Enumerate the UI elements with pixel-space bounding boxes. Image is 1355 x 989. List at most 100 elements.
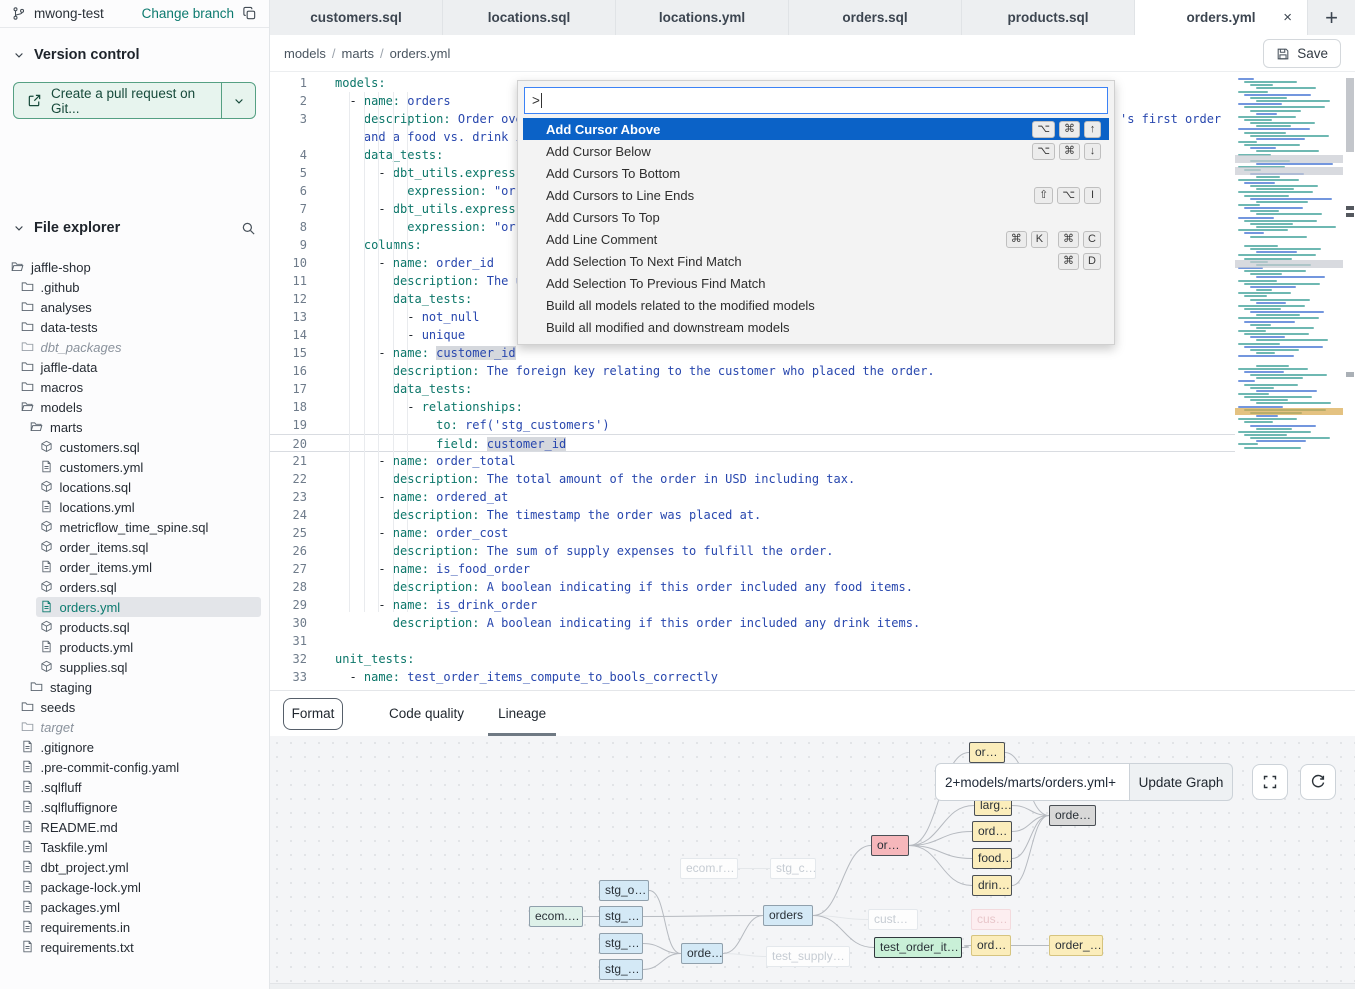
lineage-node-or_red[interactable]: or… <box>871 835 909 856</box>
version-control-header[interactable]: Version control <box>0 44 269 66</box>
copy-icon[interactable] <box>242 6 257 21</box>
lineage-node-stg_b[interactable]: stg_… <box>599 933 643 954</box>
file-tree-item-jaffle-shop[interactable]: jaffle-shop <box>0 257 269 277</box>
lineage-node-cust_f[interactable]: cust… <box>868 909 918 930</box>
palette-item-add-cursor-above[interactable]: Add Cursor Above⌥⌘↑ <box>523 118 1109 140</box>
lineage-node-stg_c_f[interactable]: stg_c… <box>770 858 816 879</box>
file-tree-item-requirements-in[interactable]: requirements.in <box>0 917 269 937</box>
horizontal-scrollbar[interactable] <box>270 983 1355 989</box>
code-line-current[interactable]: 20 field: customer_id <box>270 434 1235 452</box>
file-tree-item-locations-sql[interactable]: locations.sql <box>0 477 269 497</box>
code-line[interactable]: 17 data_tests: <box>270 380 1235 398</box>
file-tree-item-jaffle-data[interactable]: jaffle-data <box>0 357 269 377</box>
code-line[interactable]: 15 - name: customer_id <box>270 344 1235 362</box>
breadcrumb-file[interactable]: orders.yml <box>390 46 451 61</box>
format-button[interactable]: Format <box>283 698 343 730</box>
file-tree-item--sqlfluff[interactable]: .sqlfluff <box>0 777 269 797</box>
file-tree-item-orders-yml[interactable]: orders.yml <box>36 597 262 617</box>
command-palette-input[interactable]: > <box>524 87 1108 114</box>
code-line[interactable]: 29 - name: is_drink_order <box>270 596 1235 614</box>
lineage-node-ord_a[interactable]: ord… <box>972 821 1012 842</box>
file-tree-item-seeds[interactable]: seeds <box>0 697 269 717</box>
code-line[interactable]: 30 description: A boolean indicating if … <box>270 614 1235 632</box>
code-line[interactable]: 28 description: A boolean indicating if … <box>270 578 1235 596</box>
lineage-node-stg_a[interactable]: stg_… <box>599 906 643 927</box>
refresh-button[interactable] <box>1300 764 1336 800</box>
new-tab-button[interactable]: + <box>1308 0 1355 35</box>
file-tree-item--gitignore[interactable]: .gitignore <box>0 737 269 757</box>
lineage-node-order_[interactable]: order_… <box>1049 935 1103 956</box>
editor-tab-orders-yml[interactable]: orders.yml× <box>1135 0 1308 35</box>
file-tree-item-locations-yml[interactable]: locations.yml <box>0 497 269 517</box>
code-line[interactable]: 32unit_tests: <box>270 650 1235 668</box>
palette-item-add-cursor-below[interactable]: Add Cursor Below⌥⌘↓ <box>523 140 1109 162</box>
lineage-node-ecom[interactable]: ecom.… <box>529 906 583 927</box>
update-graph-button[interactable]: Update Graph <box>1130 763 1233 801</box>
file-tree-item-requirements-txt[interactable]: requirements.txt <box>0 937 269 957</box>
lineage-node-test_o[interactable]: test_order_it… <box>874 937 962 958</box>
file-tree-item-dbt-project-yml[interactable]: dbt_project.yml <box>0 857 269 877</box>
code-line[interactable]: 24 description: The timestamp the order … <box>270 506 1235 524</box>
file-tree-item-readme-md[interactable]: README.md <box>0 817 269 837</box>
lineage-node-drin[interactable]: drin… <box>972 875 1012 896</box>
palette-item-build-all-modified-and-downstream-models[interactable]: Build all modified and downstream models <box>523 316 1109 338</box>
tab-code-quality[interactable]: Code quality <box>379 691 474 736</box>
editor-tab-customers-sql[interactable]: customers.sql <box>270 0 443 35</box>
file-tree-item--pre-commit-config-yaml[interactable]: .pre-commit-config.yaml <box>0 757 269 777</box>
code-line[interactable]: 19 to: ref('stg_customers') <box>270 416 1235 434</box>
file-tree-item-staging[interactable]: staging <box>0 677 269 697</box>
palette-item-add-line-comment[interactable]: Add Line Comment⌘K⌘C <box>523 228 1109 250</box>
minimap[interactable] <box>1235 78 1345 678</box>
palette-item-add-selection-to-previous-find-match[interactable]: Add Selection To Previous Find Match <box>523 272 1109 294</box>
code-line[interactable]: 27 - name: is_food_order <box>270 560 1235 578</box>
editor-scrollbar[interactable] <box>1345 72 1355 690</box>
palette-item-add-cursors-to-top[interactable]: Add Cursors To Top <box>523 206 1109 228</box>
lineage-node-orde_m[interactable]: orde… <box>681 943 723 964</box>
code-line[interactable]: 31 <box>270 632 1235 650</box>
lineage-node-food[interactable]: food… <box>972 848 1012 869</box>
editor-tab-orders-sql[interactable]: orders.sql <box>789 0 962 35</box>
pr-dropdown-button[interactable] <box>222 83 255 118</box>
file-tree-item-order-items-yml[interactable]: order_items.yml <box>0 557 269 577</box>
file-tree-item-packages-yml[interactable]: packages.yml <box>0 897 269 917</box>
code-line[interactable]: 26 description: The sum of supply expens… <box>270 542 1235 560</box>
save-button[interactable]: Save <box>1263 39 1341 68</box>
editor-tab-locations-sql[interactable]: locations.sql <box>443 0 616 35</box>
file-tree-item-models[interactable]: models <box>0 397 269 417</box>
code-line[interactable]: 21 - name: order_total <box>270 452 1235 470</box>
lineage-canvas[interactable]: 2+models/marts/orders.yml+ Update Graph … <box>270 736 1355 984</box>
lineage-node-ord_b[interactable]: ord… <box>971 935 1011 956</box>
breadcrumb-marts[interactable]: marts <box>342 46 375 61</box>
file-tree-item--github[interactable]: .github <box>0 277 269 297</box>
code-line[interactable]: 33 - name: test_order_items_compute_to_b… <box>270 668 1235 686</box>
code-line[interactable]: 16 description: The foreign key relating… <box>270 362 1235 380</box>
code-line[interactable]: 18 - relationships: <box>270 398 1235 416</box>
lineage-node-cus_f[interactable]: cus… <box>971 909 1011 930</box>
palette-item-add-selection-to-next-find-match[interactable]: Add Selection To Next Find Match⌘D <box>523 250 1109 272</box>
lineage-node-stg_c2[interactable]: stg_… <box>599 959 643 980</box>
file-tree-item-supplies-sql[interactable]: supplies.sql <box>0 657 269 677</box>
change-branch-link[interactable]: Change branch <box>142 6 234 21</box>
file-tree-item-metricflow-time-spine-sql[interactable]: metricflow_time_spine.sql <box>0 517 269 537</box>
file-tree-item-data-tests[interactable]: data-tests <box>0 317 269 337</box>
lineage-node-orde_g[interactable]: orde… <box>1049 805 1096 826</box>
file-tree-item-products-sql[interactable]: products.sql <box>0 617 269 637</box>
lineage-node-test_supply_f[interactable]: test_supply… <box>766 946 850 967</box>
code-line[interactable]: 22 description: The total amount of the … <box>270 470 1235 488</box>
palette-item-add-cursors-to-line-ends[interactable]: Add Cursors to Line Ends⇧⌥I <box>523 184 1109 206</box>
palette-item-add-cursors-to-bottom[interactable]: Add Cursors To Bottom <box>523 162 1109 184</box>
file-tree-item-analyses[interactable]: analyses <box>0 297 269 317</box>
file-tree-item-taskfile-yml[interactable]: Taskfile.yml <box>0 837 269 857</box>
file-tree-item-products-yml[interactable]: products.yml <box>0 637 269 657</box>
file-tree-item-macros[interactable]: macros <box>0 377 269 397</box>
search-icon[interactable] <box>241 221 256 236</box>
file-tree-item-marts[interactable]: marts <box>0 417 269 437</box>
lineage-node-orders[interactable]: orders <box>763 905 813 926</box>
close-icon[interactable]: × <box>1283 9 1292 26</box>
scrollbar-thumb[interactable] <box>1346 78 1354 152</box>
file-tree-item-customers-yml[interactable]: customers.yml <box>0 457 269 477</box>
graph-filter-input[interactable]: 2+models/marts/orders.yml+ <box>935 763 1130 801</box>
file-tree-item-orders-sql[interactable]: orders.sql <box>0 577 269 597</box>
code-line[interactable]: 23 - name: ordered_at <box>270 488 1235 506</box>
breadcrumb-models[interactable]: models <box>284 46 326 61</box>
